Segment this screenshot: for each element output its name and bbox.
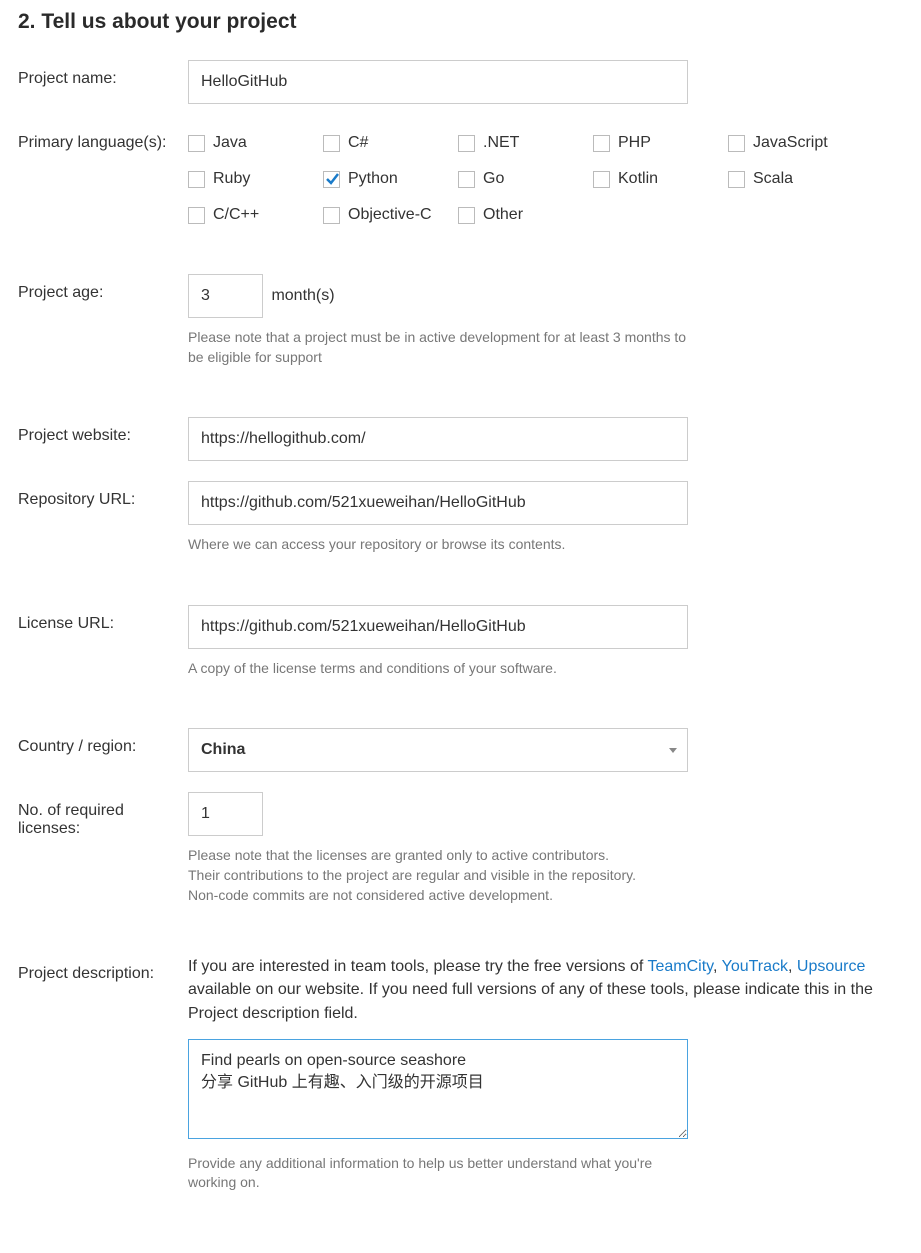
info-post: available on our website. If you need fu… [188,981,873,1021]
info-sep1: , [713,958,722,975]
language-option: Objective-C [323,206,458,224]
language-option: Go [458,170,593,188]
language-checkbox[interactable] [728,171,745,188]
language-label: Scala [753,170,793,188]
language-checkbox[interactable] [458,135,475,152]
row-country: Country / region: China [18,728,903,772]
project-description-input[interactable] [188,1039,688,1139]
language-checkbox[interactable] [188,171,205,188]
licenses-helper: Please note that the licenses are grante… [188,846,688,905]
label-project-name: Project name: [18,60,188,88]
language-grid: Java C# .NET PHP JavaScript Ruby Python Go Kotli… [188,124,903,224]
language-label: Objective-C [348,206,432,224]
control-project-age: month(s) Please note that a project must… [188,274,903,367]
licenses-helper-1: Please note that the licenses are grante… [188,846,688,866]
language-checkbox[interactable] [188,207,205,224]
label-country: Country / region: [18,728,188,756]
label-project-age: Project age: [18,274,188,302]
language-option: Other [458,206,593,224]
language-checkbox[interactable] [728,135,745,152]
control-project-description: If you are interested in team tools, ple… [188,955,903,1193]
country-select[interactable]: China [188,728,688,772]
repository-url-helper: Where we can access your repository or b… [188,535,688,555]
language-checkbox[interactable] [323,135,340,152]
language-option: Python [323,170,458,188]
language-option: C/C++ [188,206,323,224]
language-label: Java [213,134,247,152]
row-project-age: Project age: month(s) Please note that a… [18,274,903,367]
license-url-input[interactable] [188,605,688,649]
label-project-description: Project description: [18,955,188,983]
language-label: JavaScript [753,134,828,152]
label-project-website: Project website: [18,417,188,445]
language-option: .NET [458,134,593,152]
language-checkbox[interactable] [593,135,610,152]
row-project-name: Project name: [18,60,903,104]
control-license-url: A copy of the license terms and conditio… [188,605,903,679]
language-checkbox[interactable] [323,207,340,224]
control-repository-url: Where we can access your repository or b… [188,481,903,555]
info-pre: If you are interested in team tools, ple… [188,958,648,975]
language-option: Ruby [188,170,323,188]
project-age-suffix: month(s) [271,287,334,305]
licenses-input[interactable] [188,792,263,836]
language-label: Go [483,170,504,188]
control-project-website [188,417,903,461]
language-label: .NET [483,134,519,152]
label-repository-url: Repository URL: [18,481,188,509]
label-licenses: No. of required licenses: [18,792,188,838]
language-label: C/C++ [213,206,259,224]
language-option: Scala [728,170,863,188]
chevron-down-icon [669,748,677,753]
row-license-url: License URL: A copy of the license terms… [18,605,903,679]
info-sep2: , [788,958,797,975]
language-checkbox[interactable] [458,207,475,224]
row-licenses: No. of required licenses: Please note th… [18,792,903,905]
control-licenses: Please note that the licenses are grante… [188,792,903,905]
language-option: Kotlin [593,170,728,188]
section-heading: 2. Tell us about your project [18,10,903,34]
language-label: Other [483,206,523,224]
repository-url-input[interactable] [188,481,688,525]
team-tools-info: If you are interested in team tools, ple… [188,955,903,1025]
language-label: Ruby [213,170,250,188]
label-languages: Primary language(s): [18,124,188,152]
language-label: Python [348,170,398,188]
control-languages: Java C# .NET PHP JavaScript Ruby Python Go Kotli… [188,124,903,224]
project-age-helper: Please note that a project must be in ac… [188,328,688,367]
language-option: JavaScript [728,134,863,152]
language-checkbox[interactable] [458,171,475,188]
label-license-url: License URL: [18,605,188,633]
control-project-name [188,60,903,104]
country-select-value: China [201,741,245,759]
language-checkbox[interactable] [593,171,610,188]
row-project-website: Project website: [18,417,903,461]
language-label: Kotlin [618,170,658,188]
control-country: China [188,728,903,772]
link-youtrack[interactable]: YouTrack [722,958,788,975]
licenses-helper-3: Non-code commits are not considered acti… [188,886,688,906]
licenses-helper-2: Their contributions to the project are r… [188,866,688,886]
link-upsource[interactable]: Upsource [797,958,865,975]
row-languages: Primary language(s): Java C# .NET PHP JavaSc… [18,124,903,224]
project-website-input[interactable] [188,417,688,461]
row-project-description: Project description: If you are interest… [18,955,903,1193]
project-description-helper: Provide any additional information to he… [188,1154,688,1193]
row-repository-url: Repository URL: Where we can access your… [18,481,903,555]
language-checkbox[interactable] [188,135,205,152]
language-option: C# [323,134,458,152]
language-label: PHP [618,134,651,152]
project-name-input[interactable] [188,60,688,104]
link-teamcity[interactable]: TeamCity [648,958,714,975]
language-label: C# [348,134,368,152]
language-option: Java [188,134,323,152]
language-option: PHP [593,134,728,152]
language-checkbox[interactable] [323,171,340,188]
license-url-helper: A copy of the license terms and conditio… [188,659,688,679]
project-age-input[interactable] [188,274,263,318]
